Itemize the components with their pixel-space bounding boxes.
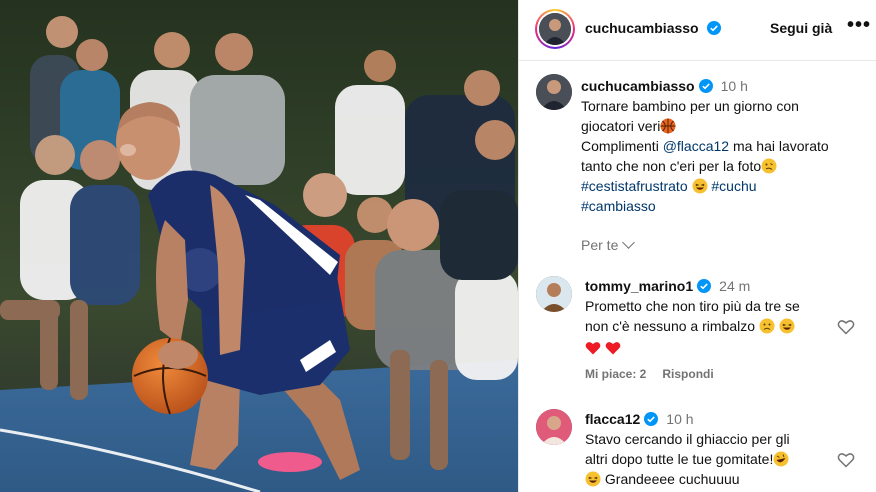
post-photo[interactable] [0, 0, 518, 492]
more-options-icon[interactable]: ••• [847, 14, 871, 37]
comment-line-2-text: altri dopo tutte le tue gomitate! [585, 451, 774, 467]
comment-line-3-text: Grandeeee cuchuuuu [604, 471, 740, 487]
comment-item: flacca12 10 h Stavo cercando il ghiaccio … [519, 409, 876, 492]
avatar-photo-icon [539, 13, 571, 45]
caption-line-4-text: tanto che non c'eri per la foto [581, 158, 762, 174]
frowning-face-emoji-icon [759, 318, 775, 334]
hashtag-link-3[interactable]: #cambiasso [581, 198, 656, 214]
laughing-face-emoji-icon [585, 471, 601, 487]
comment-meta: Mi piace: 2 Rispondi [585, 367, 730, 381]
caption-username[interactable]: cuchucambiasso [581, 78, 695, 94]
rofl-face-emoji-icon [773, 451, 789, 467]
caption-line-1: Tornare bambino per un giorno con [581, 98, 799, 114]
avatar [539, 13, 571, 45]
comment-line-3: Grandeeee cuchuuuu [585, 469, 835, 489]
header-username[interactable]: cuchucambiasso [585, 20, 721, 36]
caption-line-4: tanto che non c'eri per la foto [581, 156, 867, 176]
comment-body: flacca12 10 h Stavo cercando il ghiaccio … [585, 409, 835, 489]
like-comment-heart-icon[interactable] [837, 318, 855, 336]
caption-line-2: giocatori veri [581, 116, 867, 136]
caption-line-2-text: giocatori veri [581, 118, 661, 134]
verified-badge-icon [644, 412, 659, 426]
caption-header-line: cuchucambiasso 10 h [581, 76, 867, 96]
post-caption: cuchucambiasso 10 h Tornare bambino per u… [581, 76, 867, 216]
laughing-face-emoji-icon [779, 318, 795, 334]
instagram-post-view: cuchucambiasso Segui già ••• cuchucambia… [0, 0, 876, 492]
per-te-label[interactable]: Per te [581, 237, 618, 253]
basketball-emoji-icon [660, 118, 676, 134]
caption-timestamp[interactable]: 10 h [721, 78, 748, 94]
verified-badge-icon [706, 21, 721, 35]
caption-avatar[interactable] [536, 74, 572, 110]
profile-avatar-story-ring[interactable] [535, 9, 575, 49]
comment-item: tommy_marino1 24 m Prometto che non tiro … [519, 276, 876, 386]
chevron-down-icon [622, 236, 636, 249]
comment-username[interactable]: tommy_marino1 [585, 278, 693, 294]
following-button[interactable]: Segui già [770, 20, 832, 36]
comment-header-line: tommy_marino1 24 m [585, 276, 835, 296]
comment-timestamp[interactable]: 10 h [666, 411, 693, 427]
comment-line-2: altri dopo tutte le tue gomitate! [585, 449, 835, 469]
avatar-photo-icon [536, 276, 572, 312]
caption-line-5: #cestistafrustrato #cuchu [581, 176, 867, 196]
comment-body: tommy_marino1 24 m Prometto che non tiro … [585, 276, 835, 358]
like-comment-heart-icon[interactable] [837, 451, 855, 469]
header-username-text[interactable]: cuchucambiasso [585, 20, 699, 36]
hashtag-link-2[interactable]: #cuchu [711, 178, 756, 194]
post-header: cuchucambiasso Segui già ••• [519, 0, 876, 61]
caption-line-6: #cambiasso [581, 196, 867, 216]
post-sidebar: cuchucambiasso Segui già ••• cuchucambia… [518, 0, 876, 492]
caption-line-3-pre: Complimenti [581, 138, 663, 154]
comment-line-2-text: non c'è nessuno a rimbalzo [585, 318, 755, 334]
comment-avatar[interactable] [536, 276, 572, 312]
comment-header-line: flacca12 10 h [585, 409, 835, 429]
red-heart-emoji-icon [585, 342, 601, 355]
hashtag-link-1[interactable]: #cestistafrustrato [581, 178, 688, 194]
reply-button[interactable]: Rispondi [662, 367, 713, 381]
comment-avatar[interactable] [536, 409, 572, 445]
laughing-face-emoji-icon [692, 178, 707, 194]
comment-username[interactable]: flacca12 [585, 411, 640, 427]
avatar-photo-icon [536, 409, 572, 445]
mention-link[interactable]: @flacca12 [663, 138, 729, 154]
comment-line-3 [585, 338, 835, 358]
comment-line-1: Prometto che non tiro più da tre se [585, 298, 800, 314]
basketball-player-photo [0, 0, 518, 492]
comment-likes-count[interactable]: Mi piace: 2 [585, 367, 646, 381]
comment-timestamp[interactable]: 24 m [719, 278, 750, 294]
caption-line-3: Complimenti @flacca12 ma hai lavorato [581, 136, 867, 156]
avatar-photo-icon [536, 74, 572, 110]
comment-line-1: Stavo cercando il ghiaccio per gli [585, 431, 790, 447]
verified-badge-icon [698, 79, 713, 93]
red-heart-emoji-icon [605, 342, 621, 355]
verified-badge-icon [697, 279, 712, 293]
comment-line-2: non c'è nessuno a rimbalzo [585, 316, 835, 336]
caption-line-3-post: ma hai lavorato [729, 138, 829, 154]
per-te-toggle[interactable]: Per te [581, 236, 636, 253]
woozy-face-emoji-icon [761, 158, 777, 174]
